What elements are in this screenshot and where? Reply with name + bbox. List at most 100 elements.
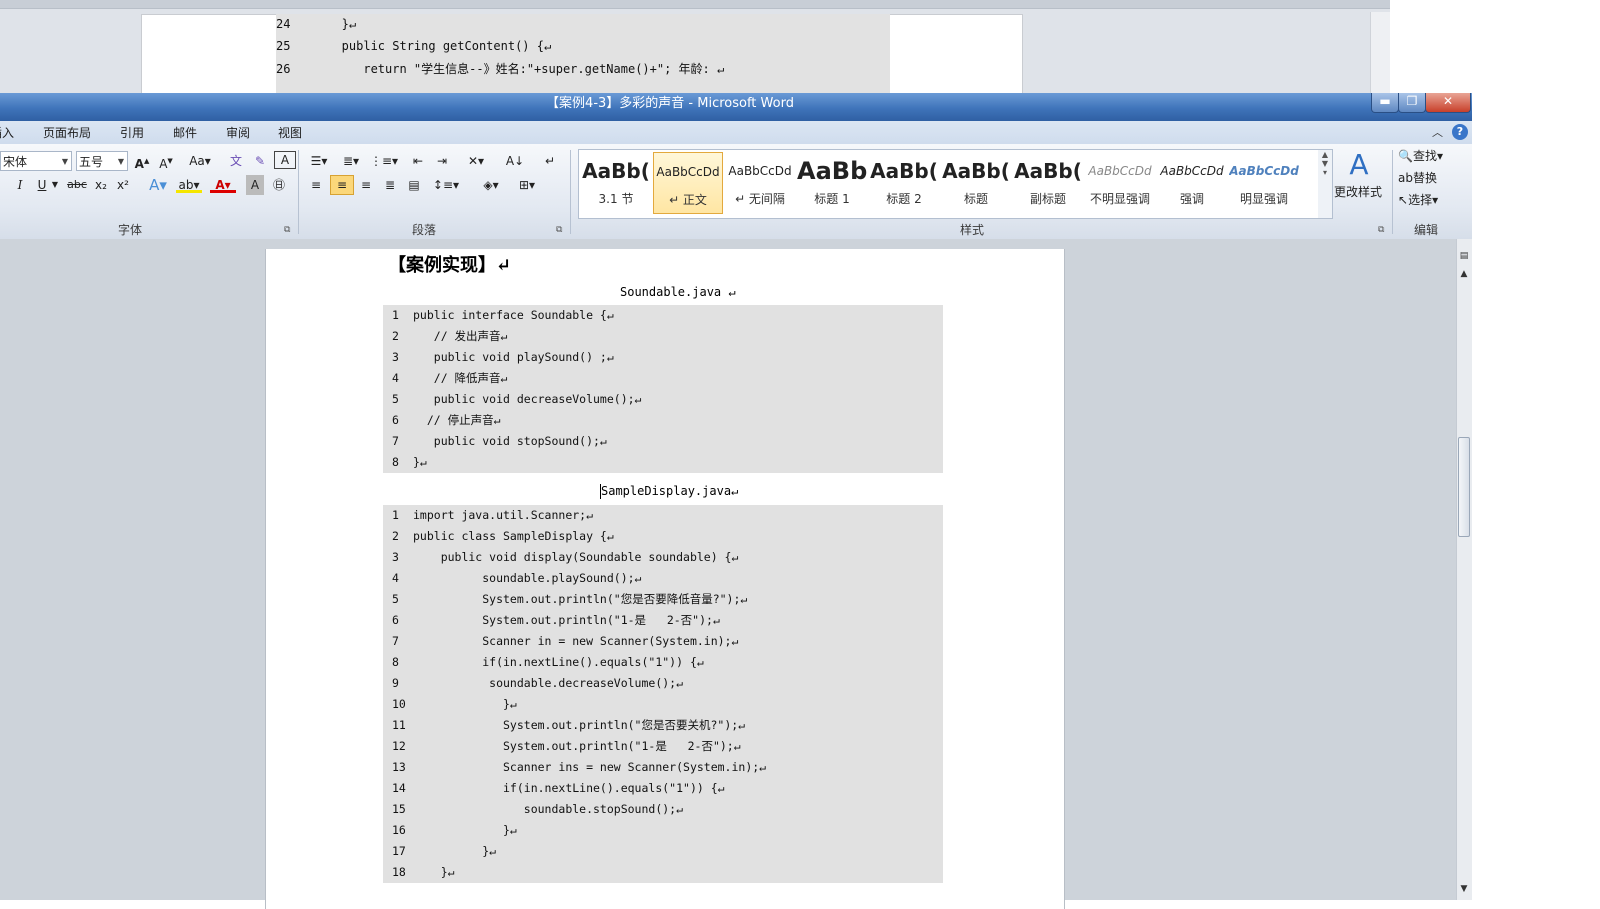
increase-indent-icon[interactable]: ⇥	[432, 151, 452, 171]
scroll-down-icon[interactable]: ▼	[1458, 884, 1470, 894]
tab-mailings[interactable]: 邮件	[173, 124, 197, 141]
subscript-icon[interactable]: x₂	[92, 175, 110, 195]
underline-icon[interactable]: U	[34, 175, 50, 195]
group-separator	[298, 150, 299, 234]
change-case-icon[interactable]: Aa▾	[186, 151, 214, 171]
style-subtitle[interactable]: AaBb(副标题	[1013, 152, 1083, 214]
minimize-button[interactable]: ▬	[1371, 93, 1399, 113]
bullets-icon[interactable]: ☰▾	[306, 151, 332, 171]
replace-button[interactable]: ab替换	[1398, 168, 1460, 188]
align-left-icon[interactable]: ≡	[306, 175, 326, 195]
chevron-down-icon[interactable]: ▼	[50, 175, 60, 195]
font-color-icon[interactable]: A▾	[210, 175, 236, 193]
style-intense-emphasis[interactable]: AaBbCcDd 明显强调	[1229, 152, 1299, 214]
align-right-icon[interactable]: ≡	[356, 175, 376, 195]
dialog-launcher-icon[interactable]: ⧉	[556, 225, 562, 235]
distributed-icon[interactable]: ▤	[404, 175, 424, 195]
superscript-icon[interactable]: x²	[114, 175, 132, 195]
dialog-launcher-icon[interactable]: ⧉	[284, 225, 290, 235]
group-separator	[570, 150, 571, 234]
character-border-icon[interactable]: A	[274, 151, 296, 169]
title-bar[interactable]: 【案例4-3】多彩的声音 - Microsoft Word ▬ ❐ ✕	[0, 93, 1472, 121]
background-code-line: 24 }↵	[276, 17, 357, 31]
change-styles-button[interactable]: 更改样式	[1328, 182, 1388, 202]
tab-page-layout[interactable]: 页面布局	[43, 124, 91, 141]
style-section[interactable]: AaBb(3.1 节	[581, 152, 651, 214]
style-subtle-emphasis[interactable]: AaBbCcDd 不明显强调	[1085, 152, 1155, 214]
highlight-icon[interactable]: ab▾	[176, 175, 202, 193]
shrink-font-icon[interactable]: A▼	[156, 151, 176, 171]
code-line: 2 // 发出声音↵	[392, 329, 508, 343]
chinese-layout-icon[interactable]: ✕▾	[462, 151, 490, 171]
code-line: 12 System.out.println("1-是 2-否");↵	[392, 739, 741, 753]
italic-icon[interactable]: I	[12, 175, 28, 195]
close-button[interactable]: ✕	[1425, 93, 1471, 113]
code-line: 7 Scanner in = new Scanner(System.in);↵	[392, 634, 739, 648]
group-separator	[1392, 150, 1393, 234]
style-gallery: AaBb(3.1 节 AaBbCcDd ↵ 正文 AaBbCcDd ↵ 无间隔 Aa…	[578, 149, 1320, 219]
tab-insert[interactable]: 插入	[0, 124, 14, 141]
select-button[interactable]: ↖选择▾	[1398, 190, 1460, 210]
align-center-icon[interactable]: ≡	[330, 175, 354, 195]
grow-font-icon[interactable]: A▲	[132, 151, 152, 171]
vertical-scrollbar[interactable]	[1456, 239, 1473, 900]
code-line: 6 System.out.println("1-是 2-否");↵	[392, 613, 720, 627]
enclose-character-icon[interactable]: ㊐	[270, 175, 288, 195]
code-line: 4 soundable.playSound();↵	[392, 571, 642, 585]
tab-references[interactable]: 引用	[120, 124, 144, 141]
justify-icon[interactable]: ≣	[380, 175, 400, 195]
code-line: 1 import java.util.Scanner;↵	[392, 508, 594, 522]
decrease-indent-icon[interactable]: ⇤	[408, 151, 428, 171]
style-normal[interactable]: AaBbCcDd ↵ 正文	[653, 152, 723, 214]
dialog-launcher-icon[interactable]: ⧉	[1378, 225, 1384, 235]
collapse-ribbon-icon[interactable]: ︿	[1432, 124, 1443, 140]
code-line: 18 }↵	[392, 865, 455, 879]
sort-icon[interactable]: A↓	[504, 151, 526, 171]
change-styles-icon[interactable]: A	[1336, 148, 1382, 182]
group-label-font: 字体	[118, 223, 143, 237]
font-name-combo[interactable]: 宋体 ▼	[0, 151, 72, 171]
background-code-line: 25 public String getContent() {↵	[276, 39, 552, 53]
tab-review[interactable]: 审阅	[226, 124, 250, 141]
multilevel-list-icon[interactable]: ⋮≡▾	[370, 151, 398, 171]
code-line: 3 public void playSound() ;↵	[392, 350, 614, 364]
style-heading-1[interactable]: AaBb 标题 1	[797, 152, 867, 214]
scroll-up-icon[interactable]: ▲	[1458, 269, 1470, 279]
text-caret	[600, 484, 601, 499]
numbering-icon[interactable]: ≣▾	[338, 151, 364, 171]
text-effects-icon[interactable]: A▾	[146, 175, 170, 195]
strikethrough-icon[interactable]: abc	[66, 175, 88, 195]
background-scrollbar[interactable]	[1370, 12, 1390, 94]
background-window: 24 }↵ 25 public String getContent() {↵ 2…	[0, 0, 1390, 94]
ruler-toggle-icon[interactable]: ▤	[1458, 251, 1470, 261]
code-line: 11 System.out.println("您是否要关机?");↵	[392, 718, 746, 732]
style-title[interactable]: AaBb(标题	[941, 152, 1011, 214]
line-spacing-icon[interactable]: ↕≡▾	[432, 175, 460, 195]
code-line: 4 // 降低声音↵	[392, 371, 508, 385]
find-button[interactable]: 🔍查找▾	[1398, 146, 1460, 166]
help-icon[interactable]: ?	[1452, 124, 1468, 140]
borders-icon[interactable]: ⊞▾	[512, 175, 542, 195]
word-window: 【案例4-3】多彩的声音 - Microsoft Word ▬ ❐ ✕ 插入 页…	[0, 93, 1473, 909]
character-shading-icon[interactable]: A	[246, 175, 264, 195]
shading-icon[interactable]: ◈▾	[476, 175, 506, 195]
ribbon-tab-bar: 插入 页面布局 引用 邮件 审阅 视图 ︿ ?	[0, 121, 1472, 145]
restore-button[interactable]: ❐	[1398, 93, 1426, 113]
style-emphasis[interactable]: AaBbCcDd 强调	[1157, 152, 1227, 214]
phonetic-guide-icon[interactable]: 文	[226, 151, 246, 171]
show-marks-icon[interactable]: ↵	[540, 151, 560, 171]
code-line: 2 public class SampleDisplay {↵	[392, 529, 614, 543]
scroll-thumb[interactable]	[1458, 437, 1470, 537]
style-heading-2[interactable]: AaBb(标题 2	[869, 152, 939, 214]
code-line: 1 public interface Soundable {↵	[392, 308, 614, 322]
font-size-combo[interactable]: 五号 ▼	[76, 151, 128, 171]
style-no-spacing[interactable]: AaBbCcDd ↵ 无间隔	[725, 152, 795, 214]
code-line: 16 }↵	[392, 823, 517, 837]
code-block: 1 import java.util.Scanner;↵ 2 public clas…	[383, 505, 943, 883]
clear-format-icon[interactable]: ✎	[250, 151, 270, 171]
chevron-down-icon: ▼	[61, 157, 68, 166]
code-line: 8}↵	[392, 455, 427, 469]
tab-view[interactable]: 视图	[278, 124, 302, 141]
code-line: 15 soundable.stopSound();↵	[392, 802, 684, 816]
code-line: 10 }↵	[392, 697, 517, 711]
